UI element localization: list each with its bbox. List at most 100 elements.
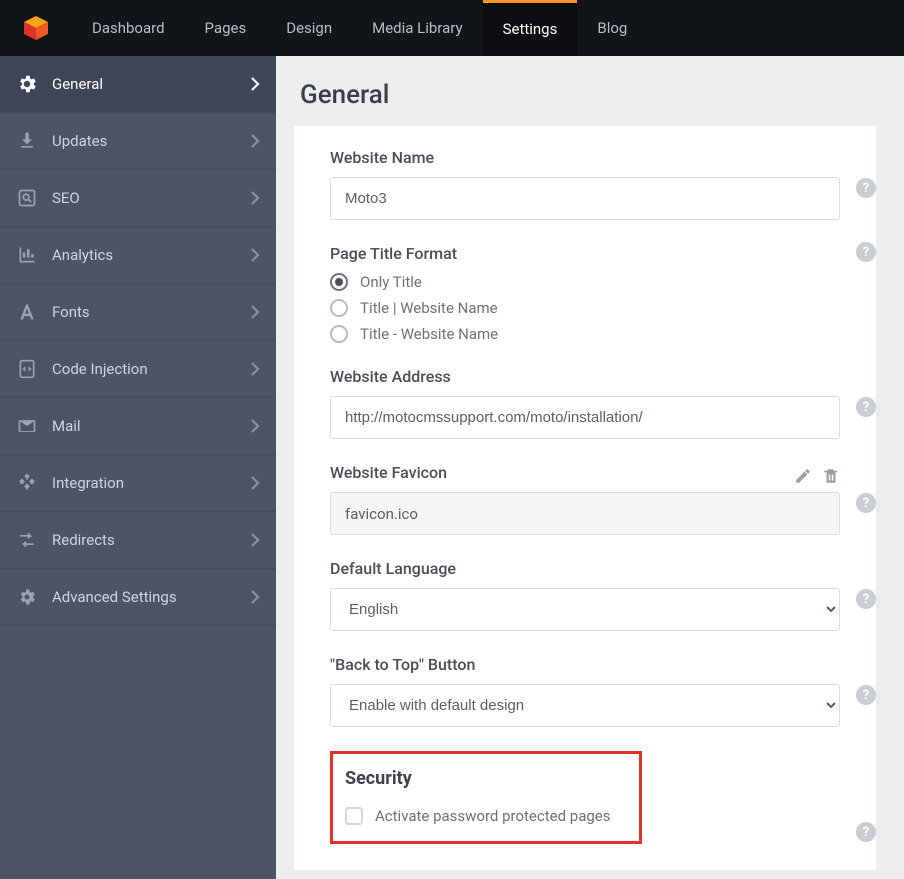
chevron-right-icon — [250, 361, 260, 377]
sidebar-item-label: Redirects — [52, 531, 115, 549]
page-title: General — [300, 80, 904, 110]
field-label: Default Language — [330, 559, 840, 578]
tab-settings[interactable]: Settings — [483, 0, 578, 56]
radio-label: Only Title — [360, 273, 422, 291]
logo-icon — [22, 14, 50, 42]
sliders-icon — [16, 587, 38, 607]
help-icon[interactable]: ? — [856, 178, 876, 198]
tab-blog[interactable]: Blog — [577, 0, 647, 56]
logo[interactable] — [0, 0, 72, 56]
tab-label: Settings — [503, 20, 558, 38]
section-title: Security — [345, 768, 627, 789]
sidebar-item-mail[interactable]: Mail — [0, 398, 276, 455]
activate-password-row[interactable]: Activate password protected pages — [345, 807, 627, 825]
chevron-right-icon — [250, 475, 260, 491]
mail-icon — [16, 416, 38, 436]
website-address-group: Website Address ? — [330, 367, 840, 439]
help-icon[interactable]: ? — [856, 397, 876, 417]
settings-card: Website Name ? Page Title Format Only Ti… — [294, 126, 876, 870]
chevron-right-icon — [250, 418, 260, 434]
code-doc-icon — [16, 359, 38, 379]
radio-icon — [330, 299, 348, 317]
radio-label: Title | Website Name — [360, 299, 498, 317]
website-favicon-group: Website Favicon favicon.ico ? — [330, 463, 840, 535]
help-icon[interactable]: ? — [856, 685, 876, 705]
edit-icon[interactable] — [794, 467, 812, 489]
chevron-right-icon — [250, 247, 260, 263]
radio-icon — [330, 273, 348, 291]
back-to-top-select[interactable]: Enable with default design — [330, 684, 840, 727]
radio-title-pipe[interactable]: Title | Website Name — [330, 299, 840, 317]
default-language-group: Default Language English ? — [330, 559, 840, 631]
back-to-top-group: "Back to Top" Button Enable with default… — [330, 655, 840, 727]
field-label: Website Address — [330, 367, 840, 386]
integration-icon — [16, 473, 38, 493]
help-icon[interactable]: ? — [856, 589, 876, 609]
sidebar-item-advanced-settings[interactable]: Advanced Settings — [0, 569, 276, 626]
sidebar-item-fonts[interactable]: Fonts — [0, 284, 276, 341]
sidebar-item-seo[interactable]: SEO — [0, 170, 276, 227]
website-name-input[interactable] — [330, 177, 840, 220]
sidebar-item-label: Advanced Settings — [52, 588, 177, 606]
website-name-group: Website Name ? — [330, 148, 840, 220]
sidebar-item-updates[interactable]: Updates — [0, 113, 276, 170]
trash-icon[interactable] — [822, 467, 840, 489]
radio-only-title[interactable]: Only Title — [330, 273, 840, 291]
tab-label: Blog — [597, 19, 627, 37]
website-address-input[interactable] — [330, 396, 840, 439]
bar-chart-icon — [16, 245, 38, 265]
search-doc-icon — [16, 188, 38, 208]
sidebar-item-redirects[interactable]: Redirects — [0, 512, 276, 569]
field-label: Website Favicon — [330, 463, 447, 482]
redirect-icon — [16, 530, 38, 550]
help-icon[interactable]: ? — [856, 242, 876, 262]
favicon-readonly: favicon.ico — [330, 492, 840, 535]
security-group: Security Activate password protected pag… — [330, 751, 840, 844]
default-language-select[interactable]: English — [330, 588, 840, 631]
top-nav: Dashboard Pages Design Media Library Set… — [0, 0, 904, 56]
favicon-value: favicon.ico — [345, 505, 418, 523]
sidebar-item-label: Mail — [52, 417, 81, 435]
radio-title-dash[interactable]: Title - Website Name — [330, 325, 840, 343]
sidebar-item-general[interactable]: General — [0, 56, 276, 113]
sidebar-item-label: Analytics — [52, 246, 113, 264]
chevron-right-icon — [250, 589, 260, 605]
tab-pages[interactable]: Pages — [185, 0, 267, 56]
sidebar-item-integration[interactable]: Integration — [0, 455, 276, 512]
help-icon[interactable]: ? — [856, 493, 876, 513]
gear-icon — [16, 73, 38, 95]
help-icon[interactable]: ? — [856, 822, 876, 842]
sidebar-item-label: Code Injection — [52, 360, 148, 378]
sidebar-item-label: SEO — [52, 189, 80, 207]
sidebar-item-analytics[interactable]: Analytics — [0, 227, 276, 284]
checkbox-icon — [345, 807, 363, 825]
sidebar-item-label: Fonts — [52, 303, 90, 321]
field-label: Page Title Format — [330, 244, 840, 263]
sidebar: General Updates SEO — [0, 56, 276, 879]
sidebar-item-label: General — [52, 75, 103, 93]
tab-label: Dashboard — [92, 19, 165, 37]
chevron-right-icon — [250, 532, 260, 548]
tab-label: Pages — [205, 19, 247, 37]
tab-label: Media Library — [372, 19, 462, 37]
font-icon — [16, 302, 38, 322]
tab-media-library[interactable]: Media Library — [352, 0, 482, 56]
security-highlight-box: Security Activate password protected pag… — [330, 751, 642, 844]
tab-dashboard[interactable]: Dashboard — [72, 0, 185, 56]
field-label: Website Name — [330, 148, 840, 167]
chevron-right-icon — [250, 76, 260, 92]
download-icon — [16, 131, 38, 151]
chevron-right-icon — [250, 304, 260, 320]
radio-label: Title - Website Name — [360, 325, 498, 343]
checkbox-label: Activate password protected pages — [375, 807, 610, 825]
radio-icon — [330, 325, 348, 343]
tab-design[interactable]: Design — [266, 0, 352, 56]
chevron-right-icon — [250, 133, 260, 149]
sidebar-item-code-injection[interactable]: Code Injection — [0, 341, 276, 398]
field-label: "Back to Top" Button — [330, 655, 840, 674]
sidebar-item-label: Updates — [52, 132, 107, 150]
chevron-right-icon — [250, 190, 260, 206]
sidebar-item-label: Integration — [52, 474, 124, 492]
tab-label: Design — [286, 19, 332, 37]
page-title-format-group: Page Title Format Only Title Title | Web… — [330, 244, 840, 343]
